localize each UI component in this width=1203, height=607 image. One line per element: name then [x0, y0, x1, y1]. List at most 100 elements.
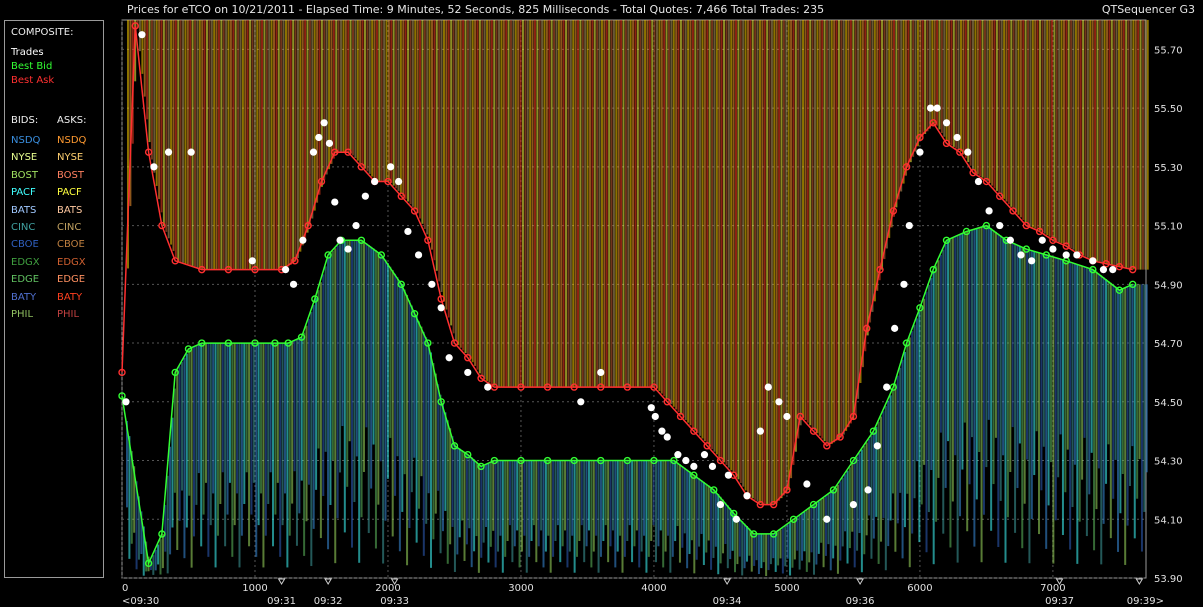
- bid-column: [525, 460, 528, 573]
- ask-column: [969, 20, 972, 166]
- ask-column: [205, 20, 208, 270]
- bid-column: [937, 260, 940, 478]
- ask-column: [426, 20, 429, 235]
- ask-column: [605, 20, 608, 388]
- ask-column: [165, 20, 168, 232]
- bid-column: [1131, 284, 1134, 447]
- ask-column: [450, 20, 453, 326]
- ask-column: [689, 20, 692, 426]
- ask-column: [158, 20, 161, 200]
- ask-column: [261, 20, 264, 270]
- ask-column: [249, 20, 252, 270]
- bid-column: [305, 325, 308, 522]
- bid-column: [274, 343, 277, 515]
- bid-column: [1109, 282, 1112, 539]
- ask-column: [536, 20, 539, 388]
- ask-column: [553, 20, 556, 388]
- ask-column: [507, 20, 510, 388]
- ask-column: [174, 20, 177, 258]
- ask-column: [557, 20, 560, 388]
- ask-column: [229, 20, 232, 270]
- bid-column: [286, 343, 289, 568]
- ask-column: [835, 20, 838, 441]
- ask-column: [883, 20, 886, 260]
- ask-column: [971, 20, 974, 170]
- bid-column: [944, 244, 947, 488]
- bid-column: [982, 226, 985, 515]
- ask-column: [375, 20, 378, 182]
- ask-column: [1067, 20, 1070, 247]
- ask-column: [938, 20, 941, 130]
- ask-column: [888, 20, 891, 238]
- ask-column: [1010, 20, 1013, 207]
- ask-column: [217, 20, 220, 270]
- ask-column: [823, 20, 826, 442]
- bid-column: [1028, 249, 1031, 564]
- trade-point: [783, 412, 791, 421]
- bid-column: [913, 324, 916, 499]
- ask-column: [1146, 20, 1149, 270]
- trade-point: [933, 104, 941, 112]
- bid-column: [604, 460, 607, 526]
- bid-column: [190, 347, 193, 568]
- bid-column: [456, 447, 459, 555]
- bid-column: [597, 460, 600, 573]
- bid-column: [549, 460, 552, 573]
- ask-column: [854, 20, 857, 415]
- bid-column: [681, 466, 684, 548]
- ask-column: [433, 20, 436, 261]
- ask-column: [284, 20, 287, 269]
- ask-column: [481, 20, 484, 378]
- bid-column: [640, 460, 643, 552]
- bid-column: [176, 370, 179, 550]
- ask-column: [543, 20, 546, 388]
- bid-column: [480, 465, 483, 558]
- bid-column: [1136, 284, 1139, 499]
- time-marker-triangle: [277, 578, 286, 585]
- ask-column: [509, 20, 512, 388]
- bid-column: [1049, 256, 1052, 463]
- bid-column: [1114, 286, 1117, 460]
- ask-column: [782, 20, 785, 496]
- bid-column: [420, 326, 423, 477]
- ask-column: [184, 20, 187, 264]
- bid-column: [1078, 264, 1081, 522]
- bid-column: [181, 362, 184, 491]
- ask-column: [914, 20, 917, 152]
- trade-point: [891, 324, 899, 332]
- bid-column: [693, 474, 696, 574]
- bid-column: [212, 343, 215, 494]
- ask-column: [964, 20, 967, 159]
- ask-column: [1041, 20, 1044, 232]
- ask-column: [588, 20, 591, 388]
- ask-column: [617, 20, 620, 388]
- ask-column: [797, 20, 800, 439]
- trade-point: [344, 245, 352, 253]
- ask-column: [833, 20, 836, 443]
- bid-column: [269, 343, 272, 473]
- bid-column: [1035, 251, 1038, 432]
- ask-column: [203, 20, 206, 270]
- bid-column: [860, 449, 863, 573]
- ask-column: [1065, 20, 1068, 246]
- bid-column: [315, 298, 318, 490]
- bid-column: [920, 305, 923, 505]
- bid-column: [279, 343, 282, 557]
- trade-point: [651, 412, 659, 421]
- bid-column: [1124, 288, 1127, 565]
- bid-column: [633, 460, 636, 547]
- ask-column: [555, 20, 558, 388]
- ask-column: [976, 20, 979, 175]
- bid-column: [403, 289, 406, 475]
- ask-column: [679, 20, 682, 415]
- bid-column: [561, 460, 564, 547]
- ask-column: [148, 20, 151, 143]
- ask-column: [792, 20, 795, 465]
- ask-column: [1125, 20, 1128, 268]
- trade-point: [404, 227, 412, 236]
- bid-column: [918, 312, 921, 543]
- bid-column: [506, 460, 509, 541]
- ask-column: [610, 20, 613, 388]
- bid-column: [664, 460, 667, 552]
- ask-column: [474, 20, 477, 366]
